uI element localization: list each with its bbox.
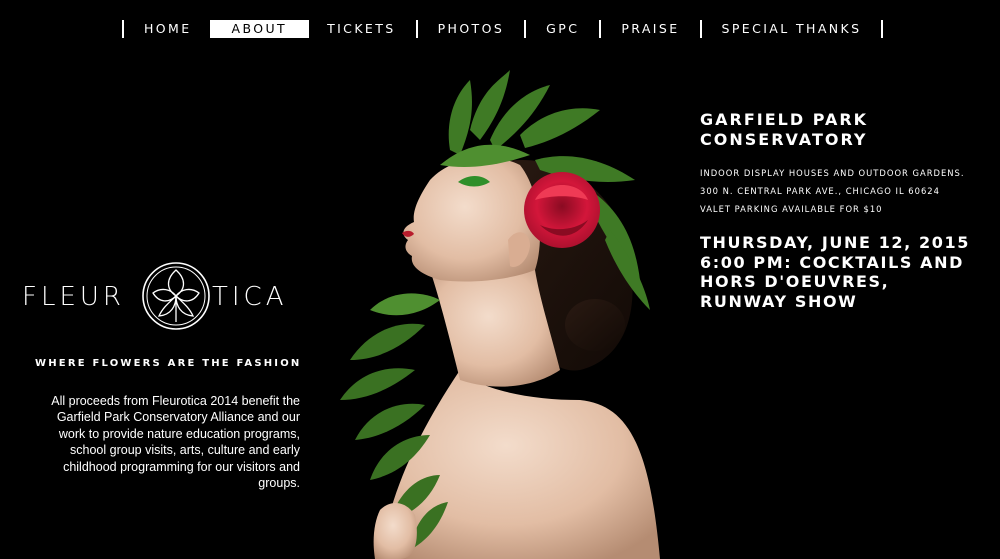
logo-text-right: TICA [212,282,288,312]
proceeds-text: All proceeds from Fleurotica 2014 benefi… [51,394,300,491]
nav-about[interactable]: ABOUT [209,20,310,38]
venue-line: CONSERVATORY [700,130,868,149]
brand-logo[interactable]: FLEUR TICA [22,258,300,338]
nav-gpc[interactable]: GPC [526,20,599,38]
nav-home[interactable]: HOME [124,20,212,38]
flower-seal-icon [142,262,210,330]
venue-line: GARFIELD PARK [700,110,869,129]
hero-photo [340,70,660,559]
page: HOME ABOUT TICKETS PHOTOS GPC PRAISE SPE… [0,0,1000,559]
nav-divider [881,20,884,38]
event-info: THURSDAY, JUNE 12, 2015 6:00 PM: COCKTAI… [700,233,995,311]
event-schedule: HORS D'OEUVRES, [700,272,890,292]
venue-address: 300 N. CENTRAL PARK AVE., CHICAGO IL 606… [700,186,940,196]
venue-details: INDOOR DISPLAY HOUSES AND OUTDOOR GARDEN… [700,164,995,218]
event-schedule: RUNWAY SHOW [700,291,858,311]
nav-tickets[interactable]: TICKETS [307,20,416,38]
main-nav: HOME ABOUT TICKETS PHOTOS GPC PRAISE SPE… [122,18,884,40]
logo-text-left: FLEUR [22,282,125,312]
nav-photos[interactable]: PHOTOS [418,20,525,38]
nav-special-thanks[interactable]: SPECIAL THANKS [702,20,882,38]
venue-detail: INDOOR DISPLAY HOUSES AND OUTDOOR GARDEN… [700,168,965,178]
venue-title: GARFIELD PARK CONSERVATORY [700,110,990,150]
tagline: WHERE FLOWERS ARE THE FASHION [35,358,302,369]
venue-parking: VALET PARKING AVAILABLE FOR $10 [700,204,883,214]
event-schedule: 6:00 PM: COCKTAILS AND [700,252,965,272]
event-date: THURSDAY, JUNE 12, 2015 [700,233,970,252]
nav-praise[interactable]: PRAISE [601,20,699,38]
